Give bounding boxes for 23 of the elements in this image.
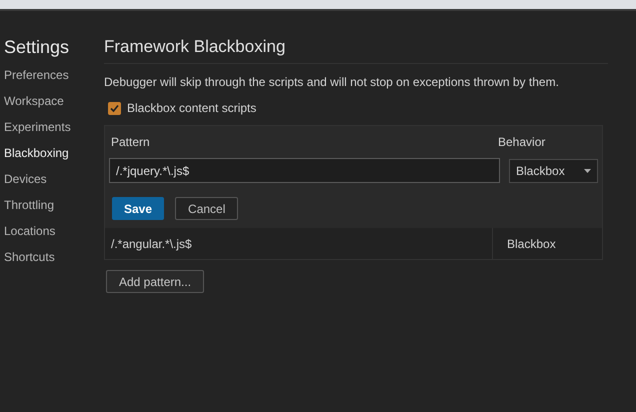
sidebar-item[interactable]: Throttling [0, 192, 104, 218]
caret-icon [584, 168, 591, 172]
sidebar-item[interactable]: Preferences [0, 62, 104, 88]
column-header: Pattern [110, 134, 151, 151]
behavior-dropdown[interactable]: Blackbox [509, 158, 598, 182]
sidebar-item[interactable]: Devices [0, 166, 104, 192]
sidebar-item[interactable]: Experiments [0, 114, 104, 140]
sidebar-item[interactable]: Locations [0, 218, 104, 244]
save-button[interactable]: Save [112, 197, 164, 220]
pattern-input[interactable]: /.*jquery.*\.js$ [109, 158, 500, 183]
page-title: Framework Blackboxing [104, 35, 608, 64]
column-header: Behavior [497, 134, 546, 151]
checkbox[interactable] [108, 102, 121, 114]
sidebar-item[interactable]: Workspace [0, 88, 104, 114]
cancel-button[interactable]: Cancel [175, 197, 238, 220]
table-cell-text: /.*angular.*\.js$ [110, 236, 193, 252]
add-pattern-button[interactable]: Add pattern... [106, 270, 204, 293]
sidebar-title: Settings [3, 36, 70, 59]
sidebar-item[interactable]: Blackboxing [0, 140, 104, 166]
description: Debugger will skip through the scripts and will not stop on exceptions thrown by them. [104, 74, 560, 90]
checkbox-label: Blackbox content scripts [127, 100, 256, 117]
table-cell: Blackbox [492, 228, 602, 259]
sidebar-item[interactable]: Shortcuts [0, 244, 104, 270]
